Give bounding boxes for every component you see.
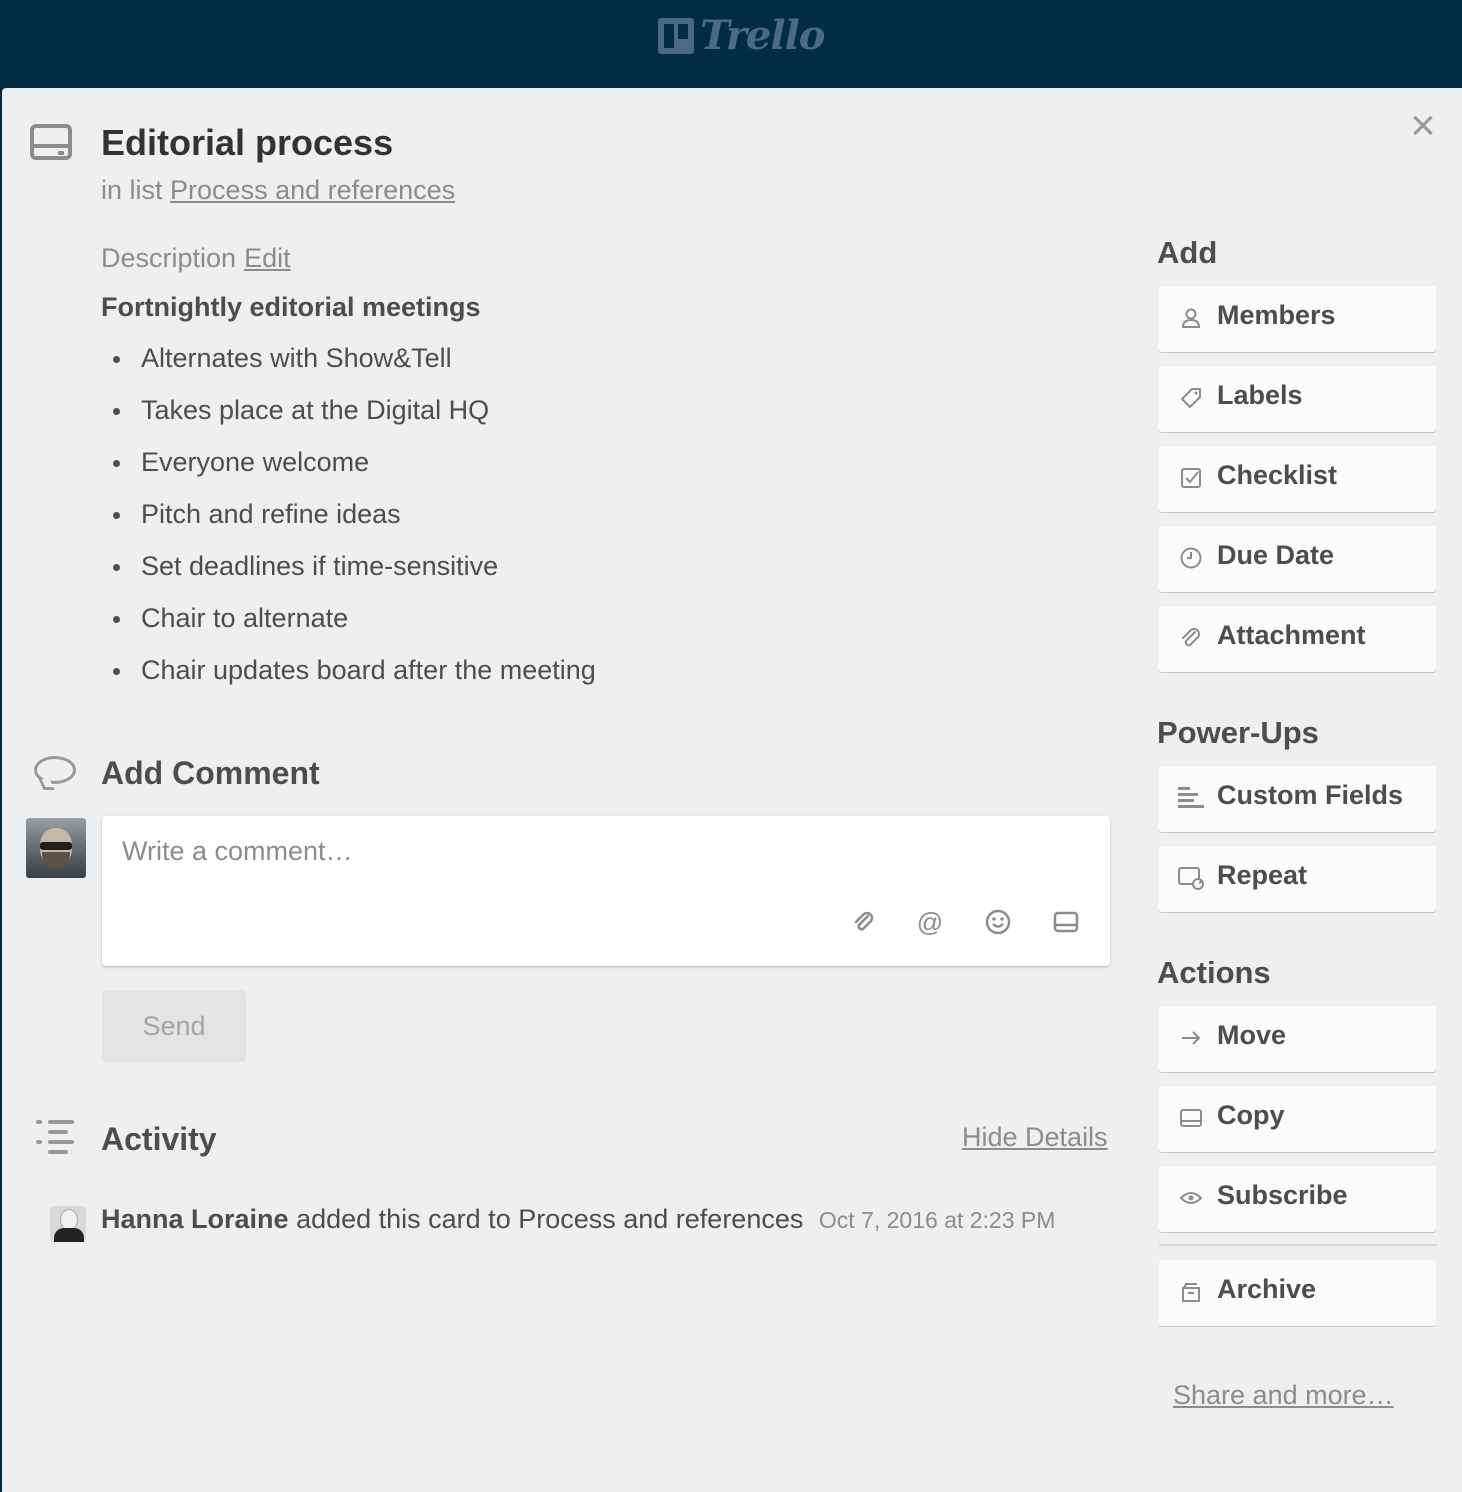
activity-list-icon — [34, 1118, 76, 1154]
close-icon[interactable]: × — [1404, 104, 1442, 148]
person-icon — [1179, 306, 1203, 330]
speech-bubble-icon — [34, 756, 76, 784]
hide-details-link[interactable]: Hide Details — [962, 1122, 1108, 1153]
activity-heading: Activity — [101, 1121, 217, 1157]
power-ups-heading: Power-Ups — [1157, 715, 1319, 750]
members-button[interactable]: Members — [1159, 286, 1436, 352]
eye-icon — [1179, 1186, 1203, 1210]
custom-fields-label: Custom Fields — [1217, 780, 1404, 810]
checklist-label: Checklist — [1217, 460, 1338, 490]
list-item: Chair updates board after the meeting — [110, 650, 596, 702]
list-item: Takes place at the Digital HQ — [110, 390, 596, 442]
labels-button[interactable]: Labels — [1159, 366, 1436, 432]
description-heading: Fortnightly editorial meetings — [101, 292, 481, 322]
add-comment-heading: Add Comment — [101, 755, 320, 791]
labels-label: Labels — [1217, 380, 1303, 410]
share-and-more-link[interactable]: Share and more… — [1173, 1380, 1394, 1411]
copy-label: Copy — [1217, 1100, 1285, 1130]
due-date-label: Due Date — [1217, 540, 1335, 570]
paperclip-icon — [1179, 626, 1203, 650]
description-header: Description Edit — [101, 243, 291, 274]
archive-label: Archive — [1217, 1274, 1317, 1304]
repeat-button[interactable]: Repeat — [1159, 846, 1436, 912]
card-title[interactable]: Editorial process — [101, 122, 393, 164]
trello-logo[interactable]: Trello — [658, 12, 825, 59]
emoji-icon[interactable] — [984, 908, 1012, 936]
activity-entry: Hanna Loraine added this card to Process… — [101, 1204, 1055, 1235]
actions-heading: Actions — [1157, 955, 1271, 990]
activity-user[interactable]: Hanna Loraine — [101, 1204, 289, 1234]
card-icon — [1179, 1106, 1203, 1130]
subscribe-button[interactable]: Subscribe — [1159, 1166, 1436, 1232]
description-list: Alternates with Show&Tell Takes place at… — [110, 338, 596, 702]
custom-fields-icon — [1177, 784, 1205, 812]
tag-icon — [1179, 386, 1203, 410]
move-button[interactable]: Move — [1159, 1006, 1436, 1072]
description-edit-link[interactable]: Edit — [244, 243, 291, 273]
comment-box: @ — [102, 816, 1110, 966]
mention-icon[interactable]: @ — [916, 908, 944, 936]
checkbox-icon — [1179, 466, 1203, 490]
list-item: Pitch and refine ideas — [110, 494, 596, 546]
add-heading: Add — [1157, 235, 1218, 270]
repeat-label: Repeat — [1217, 860, 1308, 890]
top-header: Trello — [0, 0, 1462, 88]
archive-icon — [1179, 1280, 1203, 1304]
list-item: Everyone welcome — [110, 442, 596, 494]
comment-input[interactable] — [122, 836, 1082, 896]
subscribe-label: Subscribe — [1217, 1180, 1348, 1210]
clock-icon — [1179, 546, 1203, 570]
list-item: Set deadlines if time-sensitive — [110, 546, 596, 598]
card-icon — [30, 124, 72, 160]
attachment-label: Attachment — [1217, 620, 1366, 650]
paperclip-icon[interactable] — [850, 908, 878, 936]
repeat-card-icon — [1177, 864, 1205, 892]
checklist-button[interactable]: Checklist — [1159, 446, 1436, 512]
avatar[interactable] — [50, 1206, 86, 1242]
card-icon[interactable] — [1052, 908, 1080, 936]
list-item: Chair to alternate — [110, 598, 596, 650]
logo-text: Trello — [700, 12, 825, 59]
attachment-button[interactable]: Attachment — [1159, 606, 1436, 672]
avatar[interactable] — [26, 818, 86, 878]
arrow-right-icon — [1179, 1026, 1203, 1050]
trello-board-icon — [658, 17, 694, 54]
archive-button[interactable]: Archive — [1159, 1260, 1436, 1326]
members-label: Members — [1217, 300, 1336, 330]
sidebar-divider — [1159, 1244, 1437, 1246]
activity-action: added this card to Process and reference… — [296, 1204, 804, 1234]
custom-fields-button[interactable]: Custom Fields — [1159, 766, 1436, 832]
card-list-info: in list Process and references — [101, 175, 455, 206]
list-link[interactable]: Process and references — [170, 175, 455, 205]
in-list-prefix: in list — [101, 175, 163, 205]
send-button[interactable]: Send — [102, 990, 246, 1062]
list-item: Alternates with Show&Tell — [110, 338, 596, 390]
move-label: Move — [1217, 1020, 1287, 1050]
copy-button[interactable]: Copy — [1159, 1086, 1436, 1152]
description-label: Description — [101, 243, 237, 273]
due-date-button[interactable]: Due Date — [1159, 526, 1436, 592]
activity-timestamp[interactable]: Oct 7, 2016 at 2:23 PM — [819, 1207, 1056, 1233]
